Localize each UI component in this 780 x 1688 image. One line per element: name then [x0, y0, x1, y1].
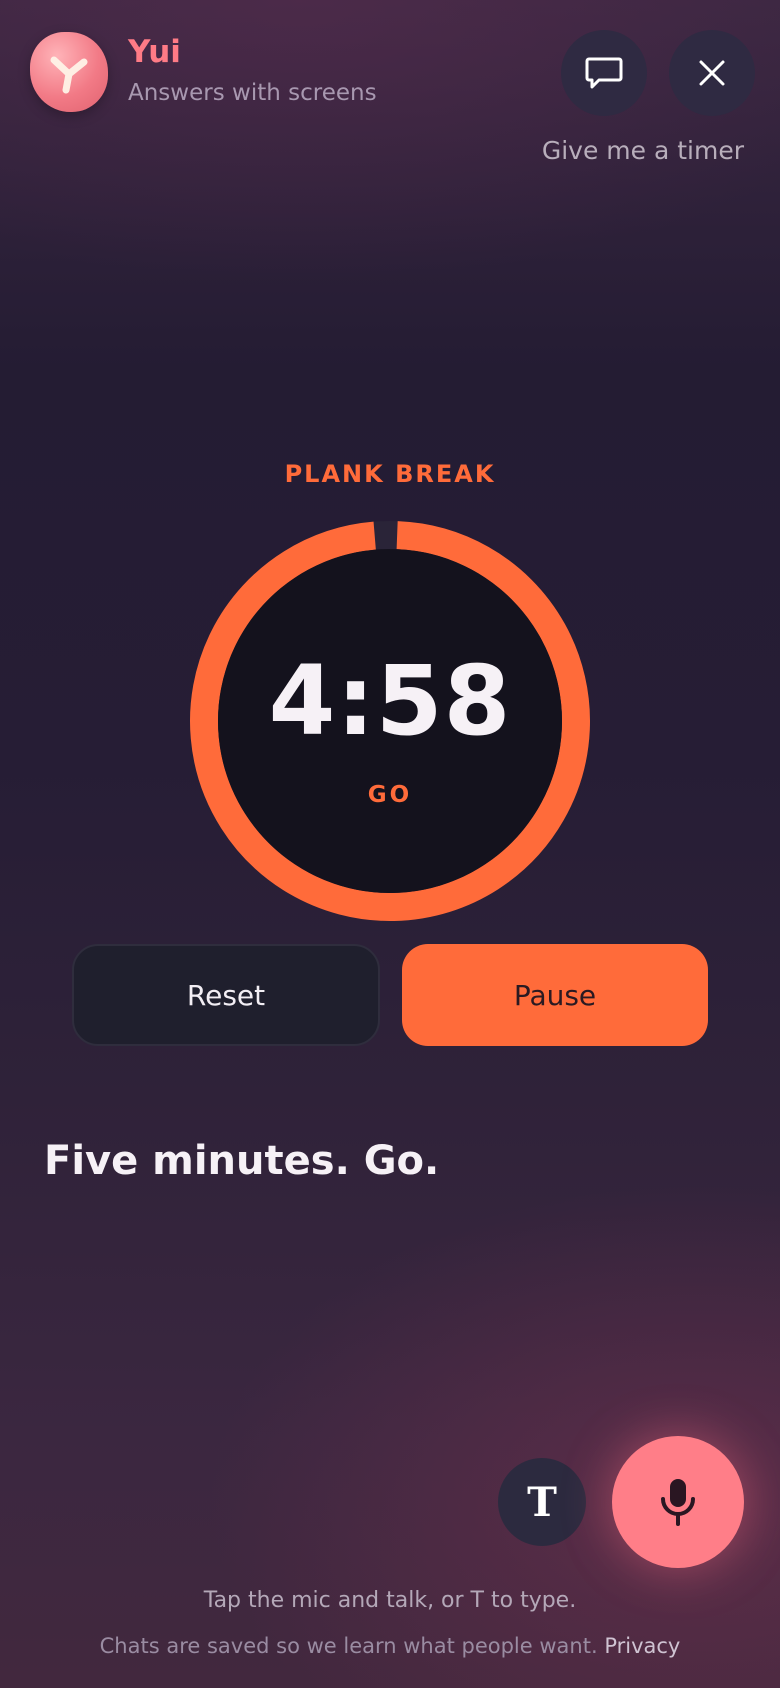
footer-notice: Chats are saved so we learn what people … [0, 1634, 780, 1658]
assistant-caption: Five minutes. Go. [44, 1138, 440, 1184]
reset-button[interactable]: Reset [72, 944, 380, 1046]
microphone-icon [661, 1479, 695, 1526]
chat-button[interactable] [561, 30, 647, 116]
mic-button[interactable] [612, 1436, 744, 1568]
timer-label: PLANK BREAK [284, 460, 496, 488]
input-hint: Tap the mic and talk, or T to type. [203, 1588, 577, 1613]
timer-status: GO [367, 782, 413, 808]
user-query: Give me a timer [541, 136, 744, 165]
yui-logo-icon [30, 32, 108, 112]
close-button[interactable] [669, 30, 755, 116]
privacy-link[interactable]: Privacy [604, 1634, 680, 1658]
app-header: Yui Answers with screens Give me a timer [0, 0, 780, 190]
close-icon [699, 60, 725, 86]
timer-dial: 4:58 GO [188, 519, 592, 923]
pause-button[interactable]: Pause [402, 944, 708, 1046]
app-subtitle: Answers with screens [128, 80, 377, 106]
type-button[interactable]: T [498, 1458, 586, 1546]
chat-bubble-icon [585, 57, 623, 89]
time-remaining: 4:58 [268, 645, 512, 757]
footer-text: Chats are saved so we learn what people … [99, 1634, 598, 1658]
app-name: Yui [128, 34, 181, 70]
